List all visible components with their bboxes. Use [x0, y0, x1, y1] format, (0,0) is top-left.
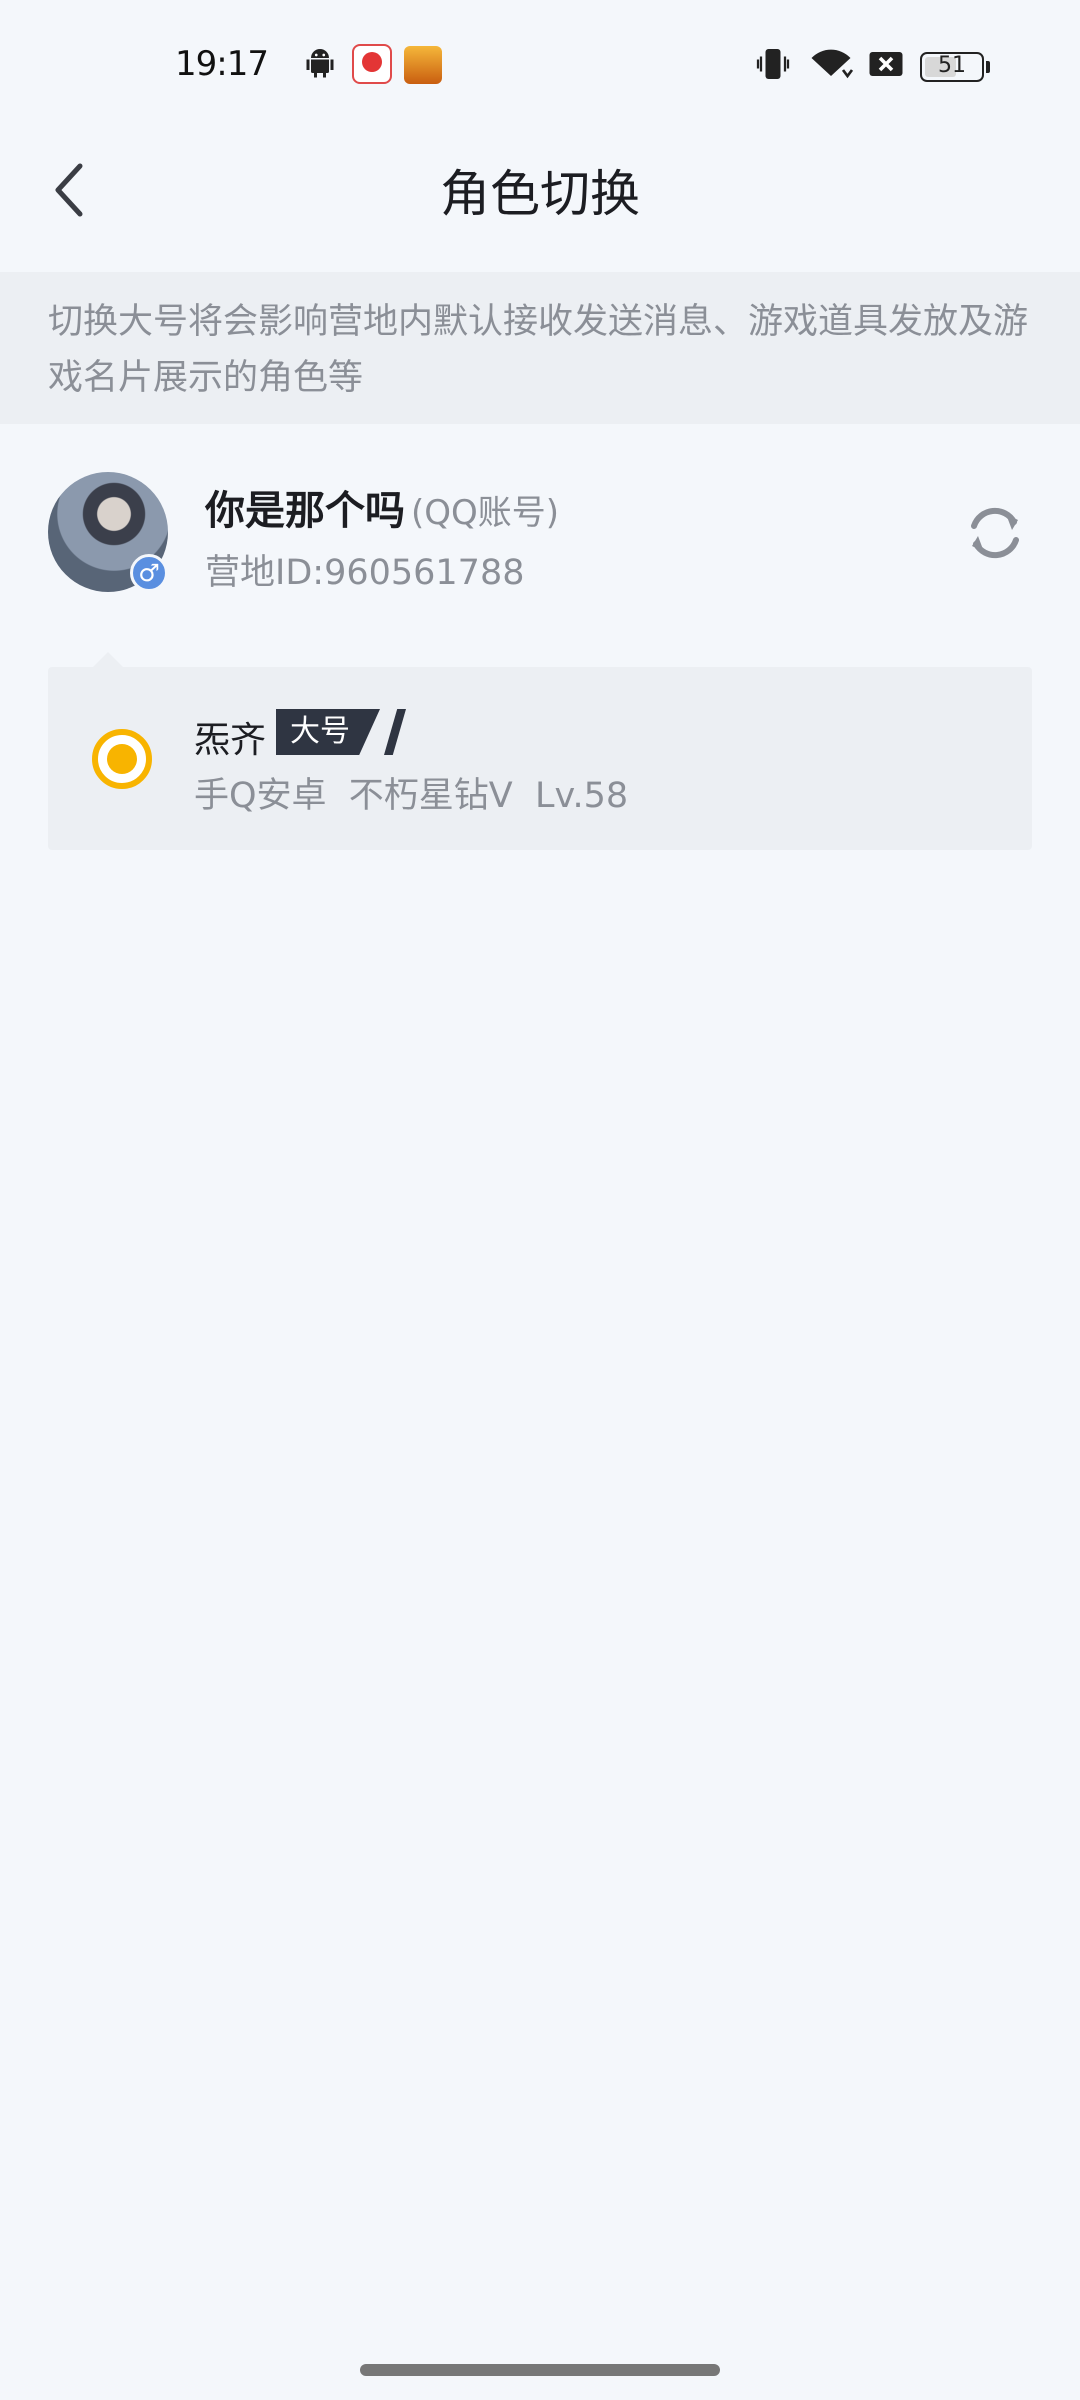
no-sim-icon	[869, 52, 903, 76]
role-name: 炁齐	[194, 720, 267, 761]
android-icon	[306, 49, 334, 78]
main-account-tag: 大号	[276, 709, 380, 755]
radio-dot	[107, 744, 137, 774]
refresh-icon	[971, 507, 1019, 559]
card-pointer	[92, 652, 124, 668]
status-bar: 19:17 51	[0, 0, 1080, 120]
account-type: (QQ账号)	[411, 493, 560, 533]
vibrate-icon	[756, 49, 790, 79]
account-name: 你是那个吗 (QQ账号)	[205, 478, 559, 536]
role-switch-screen: 19:17 51 角色切换 切换大号将会影响营地内默认接收发送消息、游戏道具发放…	[0, 0, 1080, 2400]
battery-level: 51	[938, 53, 966, 78]
game-notification-icon	[404, 46, 442, 84]
account-name-text: 你是那个吗	[205, 488, 405, 534]
app-notification-icon	[352, 44, 392, 84]
home-indicator[interactable]	[360, 2364, 720, 2376]
tag-slash-decoration	[384, 709, 406, 755]
role-radio-selected[interactable]	[92, 729, 152, 789]
notice-text: 切换大号将会影响营地内默认接收发送消息、游戏道具发放及游戏名片展示的角色等	[48, 302, 1029, 398]
battery-cap	[986, 61, 990, 73]
male-gender-icon: ♂	[130, 554, 168, 592]
camp-id: 营地ID:960561788	[205, 553, 525, 593]
page-title: 角色切换	[440, 165, 640, 223]
status-time: 19:17	[175, 44, 269, 84]
role-card[interactable]: 炁齐 大号 手Q安卓 不朽星钻V Lv.58	[48, 667, 1032, 850]
switch-account-button[interactable]	[962, 500, 1028, 566]
wifi-icon	[811, 49, 854, 79]
notice-banner: 切换大号将会影响营地内默认接收发送消息、游戏道具发放及游戏名片展示的角色等	[0, 272, 1080, 424]
role-detail: 手Q安卓 不朽星钻V Lv.58	[194, 776, 629, 816]
